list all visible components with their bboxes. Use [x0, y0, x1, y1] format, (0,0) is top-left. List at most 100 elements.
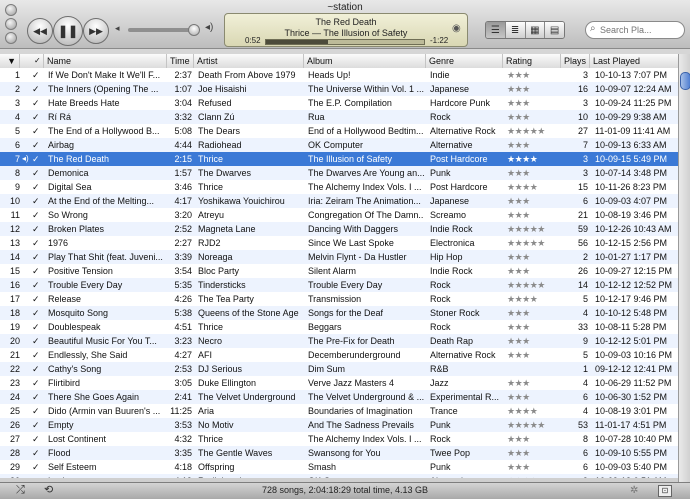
row-checkbox[interactable]: ✓	[32, 222, 44, 236]
song-rating[interactable]: ★★★	[505, 306, 563, 320]
song-rating[interactable]	[505, 362, 563, 376]
song-rating[interactable]: ★★★★	[505, 292, 563, 306]
table-row[interactable]: 17 ✓ Release 4:26 The Tea Party Transmission R…	[0, 292, 678, 306]
row-checkbox[interactable]: ✓	[32, 292, 44, 306]
song-rating[interactable]: ★★★	[505, 110, 563, 124]
table-row[interactable]: 18 ✓ Mosquito Song 5:38 Queens of the Stone …	[0, 306, 678, 320]
row-checkbox[interactable]: ✓	[32, 390, 44, 404]
row-checkbox[interactable]: ✓	[32, 306, 44, 320]
song-rating[interactable]: ★★★★	[505, 180, 563, 194]
zoom-window-button[interactable]	[5, 32, 17, 44]
song-rating[interactable]: ★★★	[505, 320, 563, 334]
song-rating[interactable]: ★★★	[505, 166, 563, 180]
list-view-button[interactable]: ☰	[486, 22, 506, 38]
table-row[interactable]: 9 ✓ Digital Sea 3:46 Thrice The Alchemy Index…	[0, 180, 678, 194]
song-rating[interactable]: ★★★	[505, 264, 563, 278]
table-row[interactable]: 24 ✓ There She Goes Again 2:41 The Velvet Un…	[0, 390, 678, 404]
cover-flow-button[interactable]: ▤	[545, 22, 564, 38]
song-rating[interactable]: ★★★	[505, 208, 563, 222]
song-rating[interactable]: ★★★★★	[505, 236, 563, 250]
song-rating[interactable]: ★★★	[505, 82, 563, 96]
row-checkbox[interactable]: ✓	[32, 236, 44, 250]
song-rating[interactable]: ★★★★★	[505, 278, 563, 292]
row-checkbox[interactable]: ✓	[32, 166, 44, 180]
row-checkbox[interactable]: ✓	[32, 264, 44, 278]
row-checkbox[interactable]: ✓	[32, 82, 44, 96]
row-checkbox[interactable]: ✓	[32, 110, 44, 124]
table-row[interactable]: 4 ✓ Rí Rá 3:32 Clann Zú Rua Rock ★★★ 10 10-09-29 …	[0, 110, 678, 124]
genre-header[interactable]: Genre	[426, 54, 503, 68]
song-rating[interactable]: ★★★	[505, 334, 563, 348]
row-checkbox[interactable]: ✓	[32, 194, 44, 208]
table-row[interactable]: 6 ✓ Airbag 4:44 Radiohead OK Computer Alternat…	[0, 138, 678, 152]
row-checkbox[interactable]: ✓	[32, 348, 44, 362]
table-row[interactable]: 10 ✓ At the End of the Melting... 4:17 Yoshi…	[0, 194, 678, 208]
table-row[interactable]: 13 ✓ 1976 2:27 RJD2 Since We Last Spoke Electr…	[0, 236, 678, 250]
song-rating[interactable]: ★★★	[505, 194, 563, 208]
plays-header[interactable]: Plays	[561, 54, 590, 68]
table-row[interactable]: 8 ✓ Demonica 1:57 The Dwarves The Dwarves Are…	[0, 166, 678, 180]
table-row[interactable]: 19 ✓ Doublespeak 4:51 Thrice Beggars Rock ★★★ 33…	[0, 320, 678, 334]
equalizer-icon[interactable]: ✲	[630, 484, 638, 497]
row-checkbox[interactable]: ✓	[32, 446, 44, 460]
table-row[interactable]: 16 ✓ Trouble Every Day 5:35 Tindersticks Trou…	[0, 278, 678, 292]
row-checkbox[interactable]: ✓	[32, 418, 44, 432]
song-rating[interactable]: ★★★★★	[505, 124, 563, 138]
table-row[interactable]: 15 ✓ Positive Tension 3:54 Bloc Party Silent …	[0, 264, 678, 278]
time-header[interactable]: Time	[167, 54, 194, 68]
row-checkbox[interactable]: ✓	[32, 208, 44, 222]
album-header[interactable]: Album	[304, 54, 426, 68]
previous-button[interactable]: ◀◀	[27, 18, 53, 44]
search-field[interactable]: ⌕	[585, 21, 685, 39]
grouped-view-button[interactable]: ≣	[505, 22, 526, 38]
song-rating[interactable]: ★★★	[505, 390, 563, 404]
minimize-window-button[interactable]	[5, 18, 17, 30]
song-rating[interactable]: ★★★	[505, 446, 563, 460]
table-row[interactable]: 12 ✓ Broken Plates 2:52 Magneta Lane Dancing …	[0, 222, 678, 236]
table-row[interactable]: 11 ✓ So Wrong 3:20 Atreyu Congregation Of The…	[0, 208, 678, 222]
table-row[interactable]: 2 ✓ The Inners (Opening The ... 1:07 Joe His…	[0, 82, 678, 96]
song-rating[interactable]: ★★★★	[505, 404, 563, 418]
table-row[interactable]: 21 ✓ Endlessly, She Said 4:27 AFI Decemberund…	[0, 348, 678, 362]
progress-bar[interactable]	[265, 39, 425, 45]
row-checkbox[interactable]: ✓	[32, 404, 44, 418]
table-row[interactable]: 3 ✓ Hate Breeds Hate 3:04 Refused The E.P. Co…	[0, 96, 678, 110]
song-rating[interactable]: ★★★	[505, 348, 563, 362]
row-checkbox[interactable]: ✓	[32, 320, 44, 334]
genius-icon[interactable]: ◉	[452, 23, 461, 34]
table-row[interactable]: 23 ✓ Flirtibird 3:05 Duke Ellington Verve Jaz…	[0, 376, 678, 390]
next-button[interactable]: ▶▶	[83, 18, 109, 44]
row-checkbox[interactable]: ✓	[32, 96, 44, 110]
table-row[interactable]: 1 ✓ If We Don't Make It We'll F... 2:37 Deat…	[0, 68, 678, 82]
song-rating[interactable]: ★★★	[505, 432, 563, 446]
row-checkbox[interactable]: ✓	[32, 362, 44, 376]
play-pause-button[interactable]: ❚❚	[53, 16, 83, 46]
song-rating[interactable]: ★★★	[505, 460, 563, 474]
song-rating[interactable]: ★★★	[505, 68, 563, 82]
checkbox-header[interactable]: ✓	[31, 54, 44, 68]
song-rating[interactable]: ★★★	[505, 250, 563, 264]
table-row[interactable]: 26 ✓ Empty 3:53 No Motiv And The Sadness Prev…	[0, 418, 678, 432]
last-played-header[interactable]: Last Played	[590, 54, 678, 68]
search-input[interactable]	[600, 23, 680, 36]
artwork-toggle-button[interactable]: ⊡	[658, 485, 672, 497]
table-row[interactable]: 25 ✓ Dido (Armin van Buuren's ... 11:25 Aria…	[0, 404, 678, 418]
song-rating[interactable]: ★★★	[505, 138, 563, 152]
row-checkbox[interactable]: ✓	[32, 334, 44, 348]
volume-knob[interactable]	[188, 24, 200, 36]
grid-view-button[interactable]: ▦	[525, 22, 546, 38]
table-row-selected[interactable]: 7 ◂) ✓ The Red Death 2:15 Thrice The Illusion …	[0, 152, 678, 166]
rating-header[interactable]: Rating	[503, 54, 561, 68]
song-rating[interactable]: ★★★★★	[505, 418, 563, 432]
row-checkbox[interactable]: ✓	[32, 432, 44, 446]
row-checkbox[interactable]: ✓	[32, 376, 44, 390]
row-checkbox[interactable]: ✓	[32, 278, 44, 292]
table-row[interactable]: 28 ✓ Flood 3:35 The Gentle Waves Swansong for…	[0, 446, 678, 460]
table-row[interactable]: 14 ✓ Play That Shit (feat. Juveni... 3:39 No…	[0, 250, 678, 264]
name-header[interactable]: Name	[44, 54, 167, 68]
row-checkbox[interactable]: ✓	[32, 180, 44, 194]
row-checkbox[interactable]: ✓	[32, 138, 44, 152]
table-row[interactable]: 5 ✓ The End of a Hollywood B... 5:08 The Dea…	[0, 124, 678, 138]
row-checkbox[interactable]: ✓	[32, 250, 44, 264]
row-checkbox[interactable]: ✓	[32, 152, 44, 166]
